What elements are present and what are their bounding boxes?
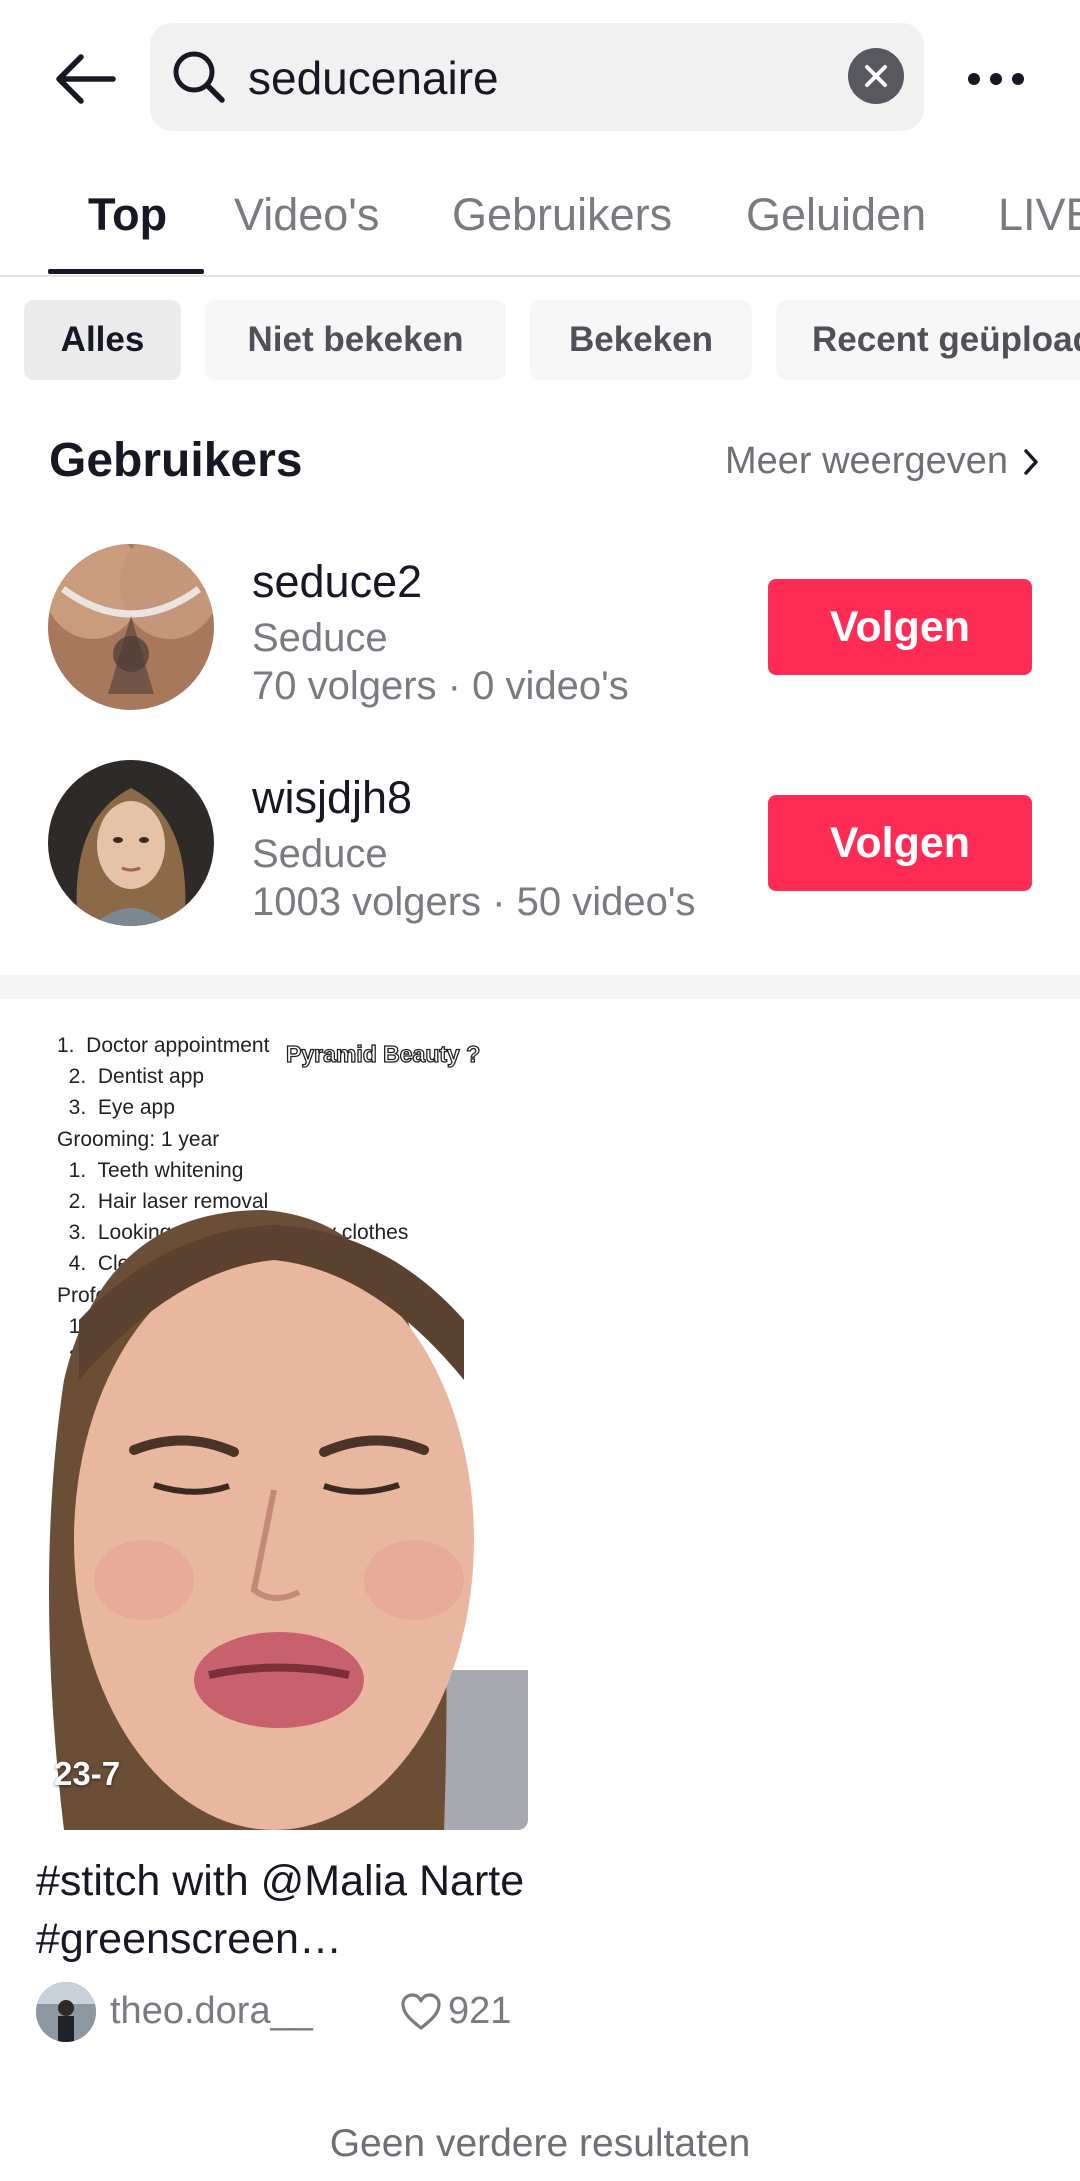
video-thumbnail[interactable]: 1. Doctor appointment 2. Dentist app 3. … <box>24 1020 528 1830</box>
back-button[interactable] <box>46 40 124 118</box>
video-frame-image <box>49 1210 528 1830</box>
filter-chips: Alles Niet bekeken Bekeken Recent geüplo… <box>0 300 1080 382</box>
filter-watched[interactable]: Bekeken <box>530 300 752 380</box>
arrow-left-icon <box>56 54 116 104</box>
chevron-right-icon <box>1024 448 1038 475</box>
tab-top[interactable]: Top <box>88 188 167 242</box>
more-dot-icon <box>1012 73 1024 85</box>
tab-live[interactable]: LIVE <box>998 188 1080 242</box>
user-avatar-image <box>48 544 214 710</box>
follow-button[interactable]: Volgen <box>768 795 1032 891</box>
search-field[interactable]: seducenaire <box>150 23 924 131</box>
user-stats: 1003 volgers · 50 video's <box>252 880 696 924</box>
tab-sounds[interactable]: Geluiden <box>746 188 926 242</box>
avatar[interactable] <box>48 760 214 926</box>
user-username: seduce2 <box>252 556 423 607</box>
like-count: 921 <box>448 1990 512 2032</box>
user-nickname: Seduce <box>252 616 388 660</box>
tab-users[interactable]: Gebruikers <box>452 188 672 242</box>
avatar[interactable] <box>48 544 214 710</box>
filter-unwatched[interactable]: Niet bekeken <box>205 300 506 380</box>
user-row[interactable]: wisjdjh8 Seduce 1003 volgers · 50 video'… <box>0 760 1080 930</box>
video-author-name[interactable]: theo.dora__ <box>110 1990 313 2033</box>
more-options-button[interactable] <box>960 54 1032 104</box>
heart-icon <box>401 1993 441 2030</box>
show-more-link[interactable]: Meer weergeven <box>725 440 1040 483</box>
user-username: wisjdjh8 <box>252 772 413 823</box>
end-of-results-text: Geen verdere resultaten <box>329 2122 751 2165</box>
follow-button[interactable]: Volgen <box>768 579 1032 675</box>
filter-recent[interactable]: Recent geüpload <box>776 300 1080 380</box>
video-duration: 23-7 <box>54 1755 121 1792</box>
video-caption[interactable]: #stitch with @Malia Narte #greenscreen… <box>36 1852 526 1968</box>
more-dot-icon <box>968 73 980 85</box>
search-header: seducenaire <box>0 0 1080 155</box>
show-more-label: Meer weergeven <box>724 440 1008 482</box>
video-author-row: theo.dora__ 921 <box>36 1982 536 2042</box>
result-tabs: Top Video's Gebruikers Geluiden LIVE <box>0 170 1080 277</box>
user-stats: 70 volgers · 0 video's <box>252 664 629 708</box>
active-tab-indicator <box>48 269 204 274</box>
section-divider <box>0 975 1080 999</box>
clear-search-button[interactable] <box>848 48 904 104</box>
user-avatar-image <box>48 760 214 926</box>
users-section-title: Gebruikers <box>49 434 303 487</box>
search-icon <box>173 51 225 103</box>
more-dot-icon <box>990 73 1002 85</box>
user-nickname: Seduce <box>252 832 388 876</box>
tab-videos[interactable]: Video's <box>234 188 379 242</box>
filter-all[interactable]: Alles <box>24 300 181 380</box>
user-row[interactable]: seduce2 Seduce 70 volgers · 0 video's Vo… <box>0 544 1080 714</box>
avatar[interactable] <box>36 1982 96 2042</box>
search-input[interactable]: seducenaire <box>248 51 499 105</box>
author-avatar-image <box>36 1982 96 2042</box>
close-icon <box>865 65 887 87</box>
